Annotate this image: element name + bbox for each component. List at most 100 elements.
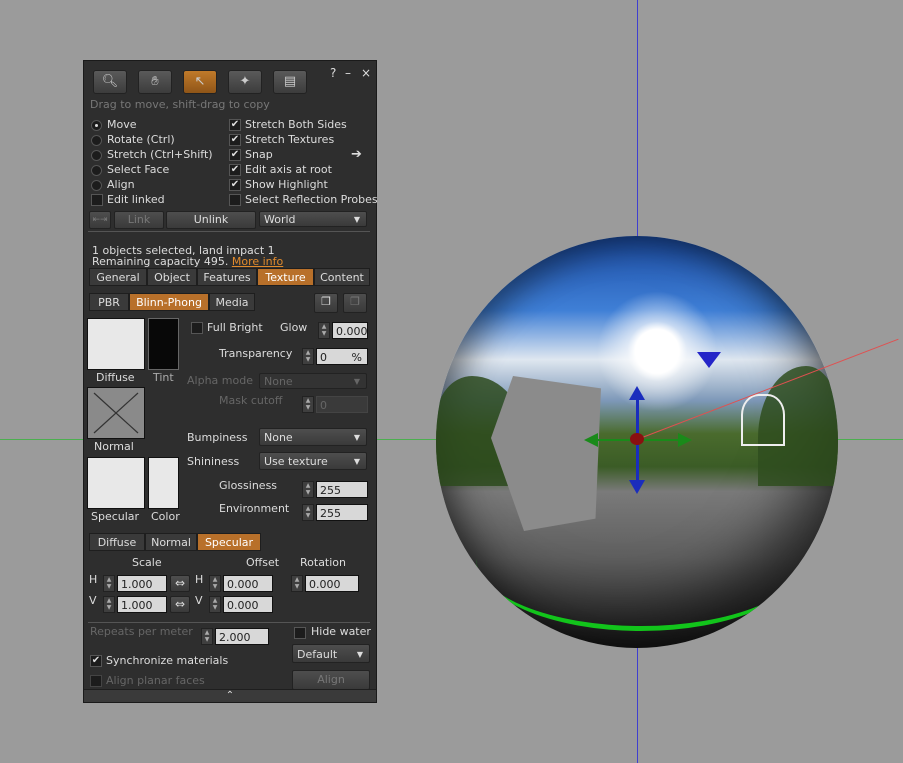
tab-map-normal[interactable]: Normal [145,533,197,551]
checkbox-edit-axis-root[interactable]: ✔ [229,164,241,176]
flip-v-icon[interactable]: ⇔ [170,596,190,613]
checkbox-align-planar[interactable] [90,675,102,687]
checkbox-sync-materials[interactable]: ✔ [90,655,102,667]
scale-h-spinner[interactable]: ▲ ▼ [103,575,115,592]
checkbox-edit-linked[interactable] [91,194,103,206]
alignment-select[interactable]: Default ▼ [292,644,370,663]
label-full-bright: Full Bright [207,321,263,334]
tab-object[interactable]: Object [147,268,197,286]
tint-swatch[interactable] [148,318,179,370]
offset-v-input[interactable]: 0.000 [223,596,273,613]
tab-texture[interactable]: Texture [257,268,314,286]
radio-move[interactable] [91,120,102,131]
help-icon[interactable]: ? [330,66,336,80]
zoom-tool-button[interactable]: 🔍︎ [93,70,127,94]
mask-cutoff-input[interactable]: 0 [316,396,368,413]
scale-v-input[interactable]: 1.000 [117,596,167,613]
transparency-input[interactable]: 0% [316,348,368,365]
diffuse-swatch[interactable] [87,318,145,370]
more-info-link[interactable]: More info [232,255,283,268]
shininess-select[interactable]: Use texture ▼ [259,452,367,470]
gizmo-x-left-arrow-icon[interactable] [584,433,598,447]
magnifier-icon: 🔍︎ [101,74,119,89]
glossiness-spinner[interactable]: ▲ ▼ [302,481,314,498]
label-show-highlight: Show Highlight [245,178,328,191]
radio-align[interactable] [91,180,102,191]
close-icon[interactable]: × [361,66,371,80]
mask-cutoff-spinner[interactable]: ▲ ▼ [302,396,314,413]
radio-stretch[interactable] [91,150,102,161]
radio-select-face[interactable] [91,165,102,176]
environment-spinner[interactable]: ▲ ▼ [302,504,314,521]
offset-v-spinner[interactable]: ▲ ▼ [209,596,221,613]
label-diffuse: Diffuse [96,371,135,384]
gizmo-x-right-arrow-icon[interactable] [678,433,692,447]
chevron-down-icon: ▼ [353,215,360,224]
scale-v-spinner[interactable]: ▲ ▼ [103,596,115,613]
label-select-reflection-probes: Select Reflection Probes [245,193,378,206]
gizmo-plane-handle-icon[interactable] [697,352,721,368]
gizmo-z-up-arrow-icon[interactable] [629,386,645,400]
no-texture-icon [93,392,139,434]
create-tool-button[interactable]: ✦ [228,70,262,94]
offset-h-input[interactable]: 0.000 [223,575,273,592]
tools-floater[interactable]: 🔍︎ ✋︎ ↖ ✦ ▤ ? – × Drag to move, shift-dr… [83,60,378,703]
land-tool-button[interactable]: ▤ [273,70,307,94]
tab-map-specular[interactable]: Specular [197,533,261,551]
repeats-input[interactable]: 2.000 [215,628,269,645]
tab-content[interactable]: Content [314,268,370,286]
checkbox-stretch-both-sides[interactable]: ✔ [229,119,241,131]
copy-icon[interactable]: ❐ [314,293,338,313]
align-button[interactable]: Align [292,670,370,690]
tab-pbr[interactable]: PBR [89,293,129,311]
scale-h-input[interactable]: 1.000 [117,575,167,592]
flip-h-icon[interactable]: ⇔ [170,575,190,592]
move-gizmo-center[interactable] [630,433,644,445]
checkbox-snap[interactable]: ✔ [229,149,241,161]
checkbox-stretch-textures[interactable]: ✔ [229,134,241,146]
hand-icon: ✋︎ [151,74,159,89]
bumpiness-select[interactable]: None ▼ [259,428,367,446]
repeats-spinner[interactable]: ▲ ▼ [201,628,213,645]
glow-input[interactable]: 0.000 [332,322,368,339]
transparency-spinner[interactable]: ▲ ▼ [302,348,314,365]
radio-rotate[interactable] [91,135,102,146]
label-normal: Normal [94,440,134,453]
link-button[interactable]: Link [114,211,164,229]
offset-h-spinner[interactable]: ▲ ▼ [209,575,221,592]
rotation-input[interactable]: 0.000 [305,575,359,592]
label-scale: Scale [132,556,162,569]
tab-map-diffuse[interactable]: Diffuse [89,533,145,551]
label-shininess: Shininess [187,455,240,468]
tab-media[interactable]: Media [209,293,255,311]
checkbox-hide-water[interactable] [294,627,306,639]
tab-features[interactable]: Features [197,268,257,286]
glow-spinner[interactable]: ▲ ▼ [318,322,330,339]
unlink-button[interactable]: Unlink [166,211,256,229]
bulldozer-icon: ▤ [283,74,297,89]
glossiness-input[interactable]: 255 [316,481,368,498]
snap-options-arrow-icon[interactable]: ➔ [351,147,362,162]
label-mask-cutoff: Mask cutoff [219,394,283,407]
ruler-select[interactable]: World ▼ [259,211,367,227]
checkbox-show-highlight[interactable]: ✔ [229,179,241,191]
color-swatch[interactable] [148,457,179,509]
tab-blinn-phong[interactable]: Blinn-Phong [129,293,209,311]
checkbox-select-reflection-probes[interactable] [229,194,241,206]
label-edit-axis-root: Edit axis at root [245,163,332,176]
specular-swatch[interactable] [87,457,145,509]
checkbox-full-bright[interactable] [191,322,203,334]
minimize-icon[interactable]: – [345,66,351,80]
normal-swatch[interactable] [87,387,145,439]
tab-general[interactable]: General [89,268,147,286]
paste-icon[interactable]: ❐ [343,293,367,313]
environment-input[interactable]: 255 [316,504,368,521]
link-nav-icon[interactable]: ⇤⇥ [89,211,111,229]
collapse-bar[interactable]: ⌃ [84,689,376,702]
edit-tool-button[interactable]: ↖ [183,70,217,94]
gizmo-z-down-arrow-icon[interactable] [629,480,645,494]
alpha-mode-select[interactable]: None ▼ [259,373,367,389]
label-select-face: Select Face [107,163,170,176]
grab-tool-button[interactable]: ✋︎ [138,70,172,94]
rotation-spinner[interactable]: ▲ ▼ [291,575,303,592]
